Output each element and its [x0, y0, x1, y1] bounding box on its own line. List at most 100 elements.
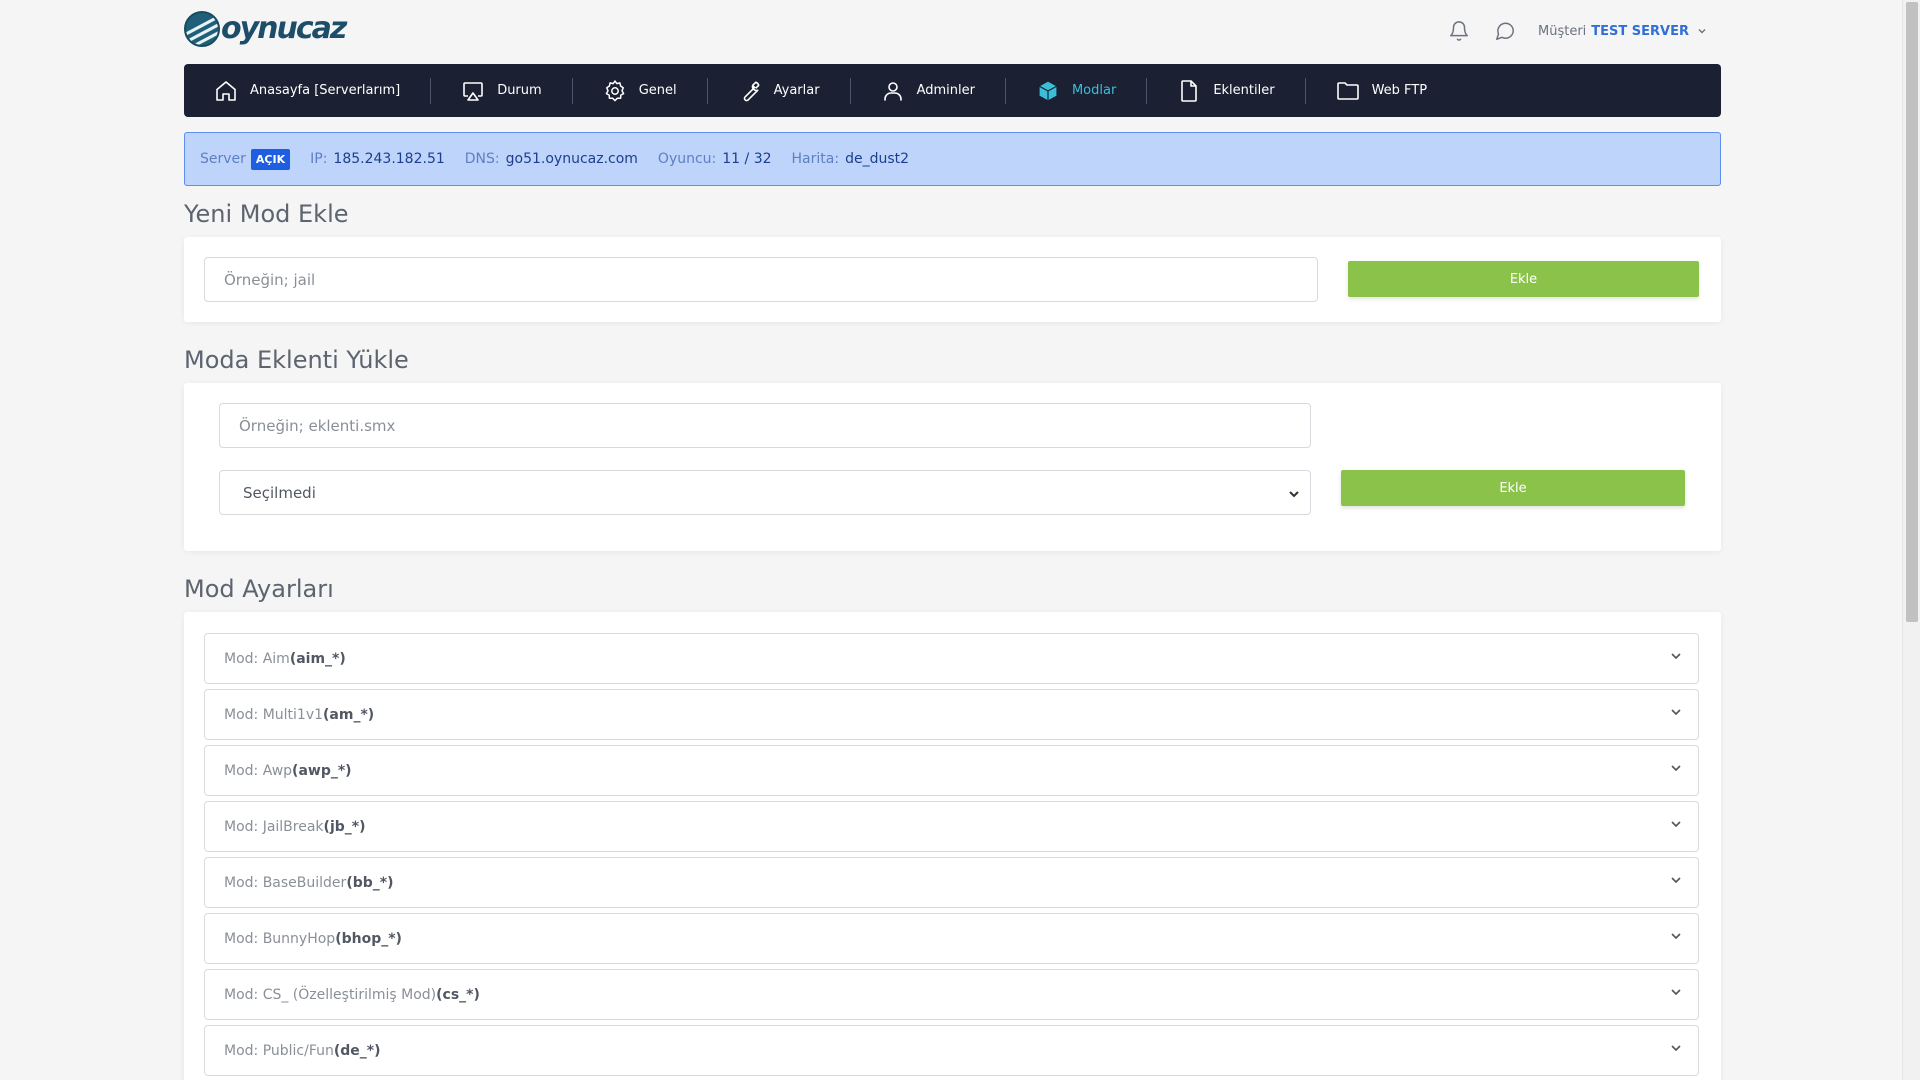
- dns-value: go51.oynucaz.com: [505, 151, 638, 167]
- mod-prefix-pattern: (aim_*): [289, 650, 346, 667]
- home-icon: [216, 80, 236, 101]
- mod-name: Mod: JailBreak: [224, 818, 324, 835]
- mod-prefix-pattern: (bb_*): [346, 874, 394, 891]
- mod-accordion-item[interactable]: Mod: JailBreak (jb_*): [204, 801, 1699, 852]
- nav-label: Ayarlar: [773, 83, 820, 98]
- nav-item-home[interactable]: Anasayfa [Serverlarım]: [214, 64, 400, 117]
- mod-prefix-pattern: (jb_*): [323, 818, 366, 835]
- nav-divider: [849, 77, 851, 104]
- nav-label: Durum: [497, 83, 542, 98]
- nav-item-webftp[interactable]: Web FTP: [1336, 64, 1428, 117]
- cube-icon: [1038, 79, 1058, 102]
- dns-label: DNS:: [464, 151, 500, 167]
- players-label: Oyuncu:: [657, 151, 717, 167]
- nav-item-settings[interactable]: Ayarlar: [738, 64, 820, 117]
- players-value: 11 / 32: [722, 151, 772, 167]
- nav-item-status[interactable]: Durum: [461, 64, 542, 117]
- mod-name: Mod: Awp: [224, 762, 293, 779]
- mod-accordion-item[interactable]: Mod: Public/Fun (de_*): [204, 1025, 1699, 1076]
- nav-label: Adminler: [916, 83, 975, 98]
- monitor-icon: [463, 81, 483, 101]
- chevron-down-icon: [1288, 486, 1300, 504]
- chevron-down-icon: [1670, 650, 1682, 666]
- mod-name: Mod: CS_ (Özelleştirilmiş Mod): [224, 986, 437, 1003]
- mod-prefix-pattern: (cs_*): [436, 986, 480, 1003]
- chevron-down-icon: [1670, 706, 1682, 722]
- bell-icon[interactable]: [1446, 18, 1472, 44]
- nav-label: Modlar: [1071, 83, 1117, 98]
- mod-prefix-pattern: (awp_*): [292, 762, 352, 779]
- chevron-down-icon: [1670, 874, 1682, 890]
- chat-icon[interactable]: [1492, 18, 1518, 44]
- mod-prefix-pattern: (de_*): [333, 1042, 381, 1059]
- nav-item-plugins[interactable]: Eklentiler: [1177, 64, 1275, 117]
- nav-divider: [1004, 77, 1006, 104]
- mod-name: Mod: Multi1v1: [224, 706, 324, 723]
- user-menu[interactable]: Müşteri TEST SERVER: [1538, 24, 1709, 39]
- top-bar: oynucaz Müşteri TEST SERVER: [184, 0, 1721, 64]
- header-actions: Müşteri TEST SERVER: [1446, 18, 1709, 44]
- mod-prefix-pattern: (am_*): [323, 706, 375, 723]
- mod-select[interactable]: Seçilmedi: [219, 470, 1311, 515]
- gear-icon: [605, 79, 625, 101]
- mod-select-value: Seçilmedi: [243, 483, 316, 502]
- mod-accordion-item[interactable]: Mod: Awp (awp_*): [204, 745, 1699, 796]
- mod-name: Mod: BaseBuilder: [224, 874, 347, 891]
- nav-item-mods[interactable]: Modlar: [1036, 64, 1116, 117]
- page-scrollbar[interactable]: [1902, 0, 1920, 1080]
- mod-accordion-item[interactable]: Mod: Aim (aim_*): [204, 633, 1699, 684]
- chevron-down-icon: [1670, 1042, 1682, 1058]
- upload-plugin-button[interactable]: Ekle: [1341, 470, 1685, 506]
- nav-label: Anasayfa [Serverlarım]: [250, 83, 401, 98]
- scrollbar-thumb[interactable]: [1906, 2, 1918, 622]
- mod-name: Mod: BunnyHop: [224, 930, 336, 947]
- mod-accordion-item[interactable]: Mod: BaseBuilder (bb_*): [204, 857, 1699, 908]
- mod-name: Mod: Aim: [224, 650, 290, 667]
- nav-label: Web FTP: [1371, 83, 1428, 98]
- nav-divider: [1146, 77, 1148, 104]
- map-label: Harita:: [791, 151, 840, 167]
- wrench-icon: [743, 81, 760, 101]
- mod-name: Mod: Public/Fun: [224, 1042, 334, 1059]
- nav-item-admins[interactable]: Adminler: [881, 64, 975, 117]
- nav-divider: [430, 77, 432, 104]
- server-label: Server: [200, 151, 246, 167]
- chevron-down-icon: [1670, 986, 1682, 1002]
- status-badge: AÇIK: [250, 148, 291, 170]
- brand-name: oynucaz: [221, 11, 347, 46]
- folder-icon: [1336, 81, 1359, 100]
- add-mod-button[interactable]: Ekle: [1348, 261, 1699, 297]
- chevron-down-icon: [1670, 930, 1682, 946]
- new-mod-input[interactable]: Örneğin; jail: [204, 257, 1318, 302]
- user-name: TEST SERVER: [1591, 23, 1689, 39]
- mod-settings-card: Mod: Aim (aim_*) Mod: Multi1v1 (am_*) Mod:…: [184, 612, 1721, 1080]
- mod-accordion-item[interactable]: Mod: BunnyHop (bhop_*): [204, 913, 1699, 964]
- nav-divider: [1304, 77, 1306, 104]
- chevron-down-icon: [1670, 818, 1682, 834]
- nav-divider: [571, 77, 573, 104]
- mod-accordion-item[interactable]: Mod: Multi1v1 (am_*): [204, 689, 1699, 740]
- upload-title: Moda Eklenti Yükle: [184, 346, 409, 374]
- brand-logo[interactable]: oynucaz: [184, 11, 347, 47]
- user-label: Müşteri: [1538, 23, 1587, 39]
- user-icon: [883, 81, 902, 101]
- new-mod-title: Yeni Mod Ekle: [184, 200, 349, 228]
- new-mod-card: Örneğin; jail Ekle: [184, 237, 1721, 322]
- main-nav: Anasayfa [Serverlarım] Durum Genel Ayarl…: [184, 64, 1721, 117]
- chevron-down-icon: [1670, 762, 1682, 778]
- ip-value: 185.243.182.51: [333, 151, 445, 167]
- mod-settings-title: Mod Ayarları: [184, 575, 334, 603]
- nav-item-general[interactable]: Genel: [603, 64, 677, 117]
- logo-globe-icon: [184, 11, 220, 47]
- nav-label: Genel: [638, 83, 677, 98]
- map-value: de_dust2: [845, 151, 910, 167]
- ip-label: IP:: [310, 151, 328, 167]
- mod-prefix-pattern: (bhop_*): [335, 930, 402, 947]
- mod-accordion-item[interactable]: Mod: CS_ (Özelleştirilmiş Mod) (cs_*): [204, 969, 1699, 1020]
- upload-card: Örneğin; eklenti.smx Seçilmedi Ekle: [184, 383, 1721, 551]
- server-status-bar: Server AÇIK IP: 185.243.182.51 DNS: go51…: [184, 132, 1721, 186]
- nav-divider: [706, 77, 708, 104]
- file-icon: [1181, 79, 1198, 102]
- nav-label: Eklentiler: [1213, 83, 1275, 98]
- plugin-file-input[interactable]: Örneğin; eklenti.smx: [219, 403, 1311, 448]
